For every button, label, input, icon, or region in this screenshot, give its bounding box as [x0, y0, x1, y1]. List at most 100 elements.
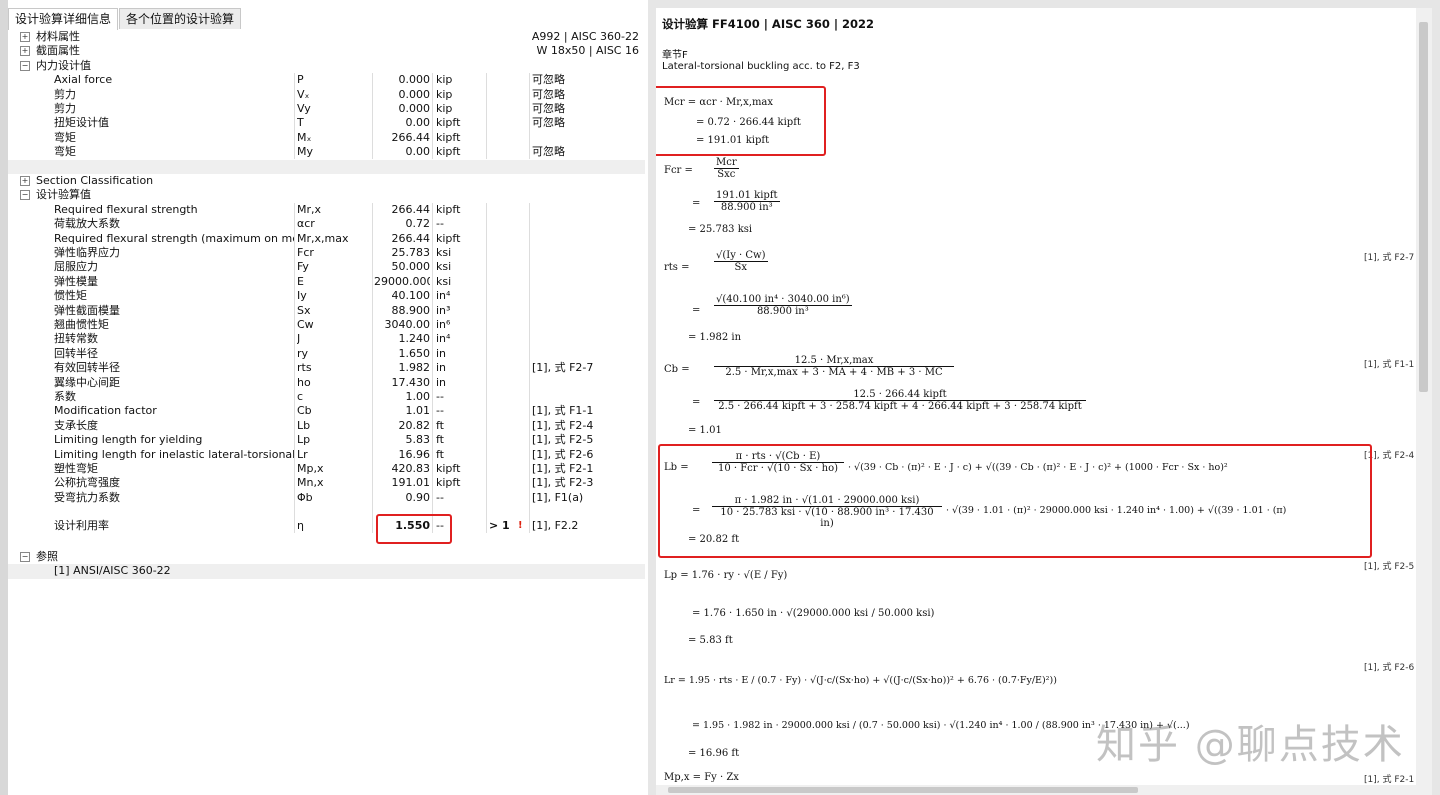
fcr-fraction-1: Mcr Sxc — [714, 157, 739, 180]
row-reference: 可忽略 — [532, 102, 565, 115]
tree-group-references[interactable]: − 参照 — [8, 550, 645, 564]
tree-row[interactable]: 翼缘中心间距 ho 17.430 in — [8, 376, 645, 390]
group-value: A992 | AISC 360-22 — [531, 30, 639, 43]
tree-row[interactable]: 支承长度 Lb 20.82 ft [1], 式 F2-4 — [8, 419, 645, 433]
tree-group-material[interactable]: + 材料属性 A992 | AISC 360-22 — [8, 30, 645, 44]
vertical-scroll-thumb[interactable] — [1419, 22, 1428, 392]
lb-term-2: · √(39 · 1.01 · (π)² · 29000.000 ksi · 1… — [946, 505, 1287, 516]
row-symbol: rts — [297, 361, 312, 375]
tree-group-section-class[interactable]: + Section Classification — [8, 174, 645, 188]
row-value: 0.000 — [398, 73, 431, 87]
row-value: 50.000 — [391, 260, 431, 274]
tree-row[interactable]: Limiting length for inelastic lateral-to… — [8, 448, 645, 462]
horizontal-scroll-thumb[interactable] — [668, 787, 1138, 793]
row-value: 29000.000 — [374, 274, 430, 288]
row-unit: kipft — [436, 202, 461, 216]
tree-row[interactable]: 剪力 Vₓ 0.000 kip 可忽略 — [8, 88, 645, 102]
row-symbol: ry — [297, 346, 309, 360]
collapse-minus-icon[interactable]: − — [20, 60, 30, 71]
tree-row[interactable]: Required flexural strength Mr,x 266.44 kipf… — [8, 203, 645, 217]
tree-row[interactable]: Modification factor Cb 1.01 -- [1], 式 F1-1 — [8, 404, 645, 418]
numerator: π · 1.982 in · √(1.01 · 29000.000 ksi) — [712, 495, 942, 507]
tree-row[interactable]: 扭转常数 J 1.240 in⁴ — [8, 332, 645, 346]
cb-result: = 1.01 — [688, 425, 722, 436]
tree-row[interactable]: 扭矩设计值 T 0.00 kipft 可忽略 — [8, 116, 645, 130]
row-symbol: E — [297, 274, 304, 288]
tab-design-details[interactable]: 设计验算详细信息 — [8, 8, 119, 30]
lb-fraction-1: π · rts · √(Cb · E) 10 · Fcr · √(10 · Sx … — [712, 451, 844, 474]
row-reference: [1], 式 F2-7 — [532, 361, 594, 375]
tree-row[interactable]: Limiting length for yielding Lp 5.83 ft [1],… — [8, 433, 645, 447]
row-name: 翘曲惯性矩 — [54, 318, 109, 331]
row-unit: in⁴ — [436, 332, 451, 346]
denominator: 2.5 · Mr,x,max + 3 · MA + 4 · MB + 3 · M… — [725, 367, 943, 378]
row-name: Limiting length for yielding — [54, 433, 203, 447]
group-value: W 18x50 | AISC 16 — [536, 44, 639, 58]
group-label: 材料属性 — [36, 30, 80, 43]
tree-group-design-values[interactable]: − 设计验算值 — [8, 188, 645, 202]
row-unit: -- — [436, 217, 444, 231]
tree-group-section[interactable]: + 截面属性 W 18x50 | AISC 16 — [8, 44, 645, 58]
mp-reference: [1], 式 F2-1 — [1364, 775, 1415, 785]
ratio-compare: > 1 — [489, 519, 510, 532]
row-unit: ft — [436, 418, 444, 432]
cb-lhs: Cb = — [664, 364, 690, 375]
expand-plus-icon[interactable]: + — [20, 176, 30, 186]
row-name: Limiting length for inelastic lateral-to… — [54, 447, 294, 461]
tree-row[interactable]: 弹性模量 E 29000.000 ksi — [8, 275, 645, 289]
tree-row[interactable]: 有效回转半径 rts 1.982 in [1], 式 F2-7 — [8, 361, 645, 375]
lr-reference: [1], 式 F2-6 — [1364, 663, 1415, 673]
column-divider — [486, 203, 487, 533]
tree-row[interactable]: 剪力 Vy 0.000 kip 可忽略 — [8, 102, 645, 116]
numerator: 191.01 kipft — [714, 190, 780, 202]
tree-row[interactable]: 弯矩 My 0.00 kipft 可忽略 — [8, 145, 645, 159]
tree-row[interactable]: 系数 c 1.00 -- — [8, 390, 645, 404]
row-value: 0.00 — [405, 116, 431, 130]
row-reference: [1], 式 F2-3 — [532, 476, 594, 490]
tree-row[interactable]: 回转半径 ry 1.650 in — [8, 347, 645, 361]
lp-result: = 5.83 ft — [688, 635, 733, 646]
design-ratio-row[interactable]: 设计利用率 η 1.550 -- > 1 ! [1], F2.2 — [8, 519, 645, 533]
numerator: π · rts · √(Cb · E) — [712, 451, 844, 463]
mp-line1: Mp,x = Fy · Zx — [664, 772, 739, 783]
expand-plus-icon[interactable]: + — [20, 46, 30, 57]
tree-group-internal-forces[interactable]: − 内力设计值 — [8, 59, 645, 73]
row-symbol: Mr,x — [297, 202, 322, 216]
lp-line1: Lp = 1.76 · ry · √(E / Fy) — [664, 570, 788, 581]
panel-splitter[interactable] — [648, 0, 656, 795]
tree-row[interactable]: 弹性截面模量 Sx 88.900 in³ — [8, 304, 645, 318]
reference-item[interactable]: [1] ANSI/AISC 360-22 — [8, 564, 645, 579]
expand-plus-icon[interactable]: + — [20, 32, 30, 42]
lb-term-1: · √(39 · Cb · (π)² · E · J · c) + √((39 … — [848, 462, 1228, 473]
tree-row[interactable]: 翘曲惯性矩 Cw 3040.00 in⁶ — [8, 318, 645, 332]
column-divider — [372, 73, 373, 159]
tree-row[interactable]: Axial force P 0.000 kip 可忽略 — [8, 73, 645, 87]
collapse-minus-icon[interactable]: − — [20, 552, 30, 562]
row-value: 88.900 — [391, 303, 431, 317]
row-unit: kipft — [436, 116, 461, 130]
tree-row[interactable]: 受弯抗力系数 Φb 0.90 -- [1], F1(a) — [8, 491, 645, 505]
row-symbol: Lr — [297, 447, 308, 461]
tree-row[interactable]: 惯性矩 Iy 40.100 in⁴ — [8, 289, 645, 303]
tab-design-by-location[interactable]: 各个位置的设计验算 — [119, 8, 242, 29]
tree-row[interactable]: 公称抗弯强度 Mn,x 191.01 kipft [1], 式 F2-3 — [8, 476, 645, 490]
tree-row[interactable]: 塑性弯矩 Mp,x 420.83 kipft [1], 式 F2-1 — [8, 462, 645, 476]
tree-row[interactable]: 屈服应力 Fy 50.000 ksi — [8, 260, 645, 274]
collapse-minus-icon[interactable]: − — [20, 190, 30, 201]
row-reference: [1], 式 F2-1 — [532, 462, 594, 475]
denominator: 10 · Fcr · √(10 · Sx · ho) — [717, 463, 839, 474]
row-reference: [1], F1(a) — [532, 490, 584, 504]
denominator: 2.5 · 266.44 kipft + 3 · 258.74 kipft + … — [718, 401, 1082, 412]
chapter-label: 章节F — [662, 50, 688, 61]
column-divider — [529, 73, 530, 159]
row-name: 弹性临界应力 — [54, 246, 120, 259]
denominator: 88.900 in³ — [720, 202, 773, 213]
tree-row[interactable]: Required flexural strength (maximum on m… — [8, 232, 645, 246]
row-symbol: J — [297, 332, 301, 346]
row-symbol: Mr,x,max — [297, 231, 349, 245]
tree-row[interactable]: 弹性临界应力 Fcr 25.783 ksi — [8, 246, 645, 260]
tree-row[interactable]: 荷载放大系数 αcr 0.72 -- — [8, 217, 645, 231]
lr-line1: Lr = 1.95 · rts · E / (0.7 · Fy) · √(J·c… — [664, 675, 1057, 686]
row-value: 1.01 — [405, 404, 431, 418]
tree-row[interactable]: 弯矩 Mₓ 266.44 kipft — [8, 131, 645, 145]
